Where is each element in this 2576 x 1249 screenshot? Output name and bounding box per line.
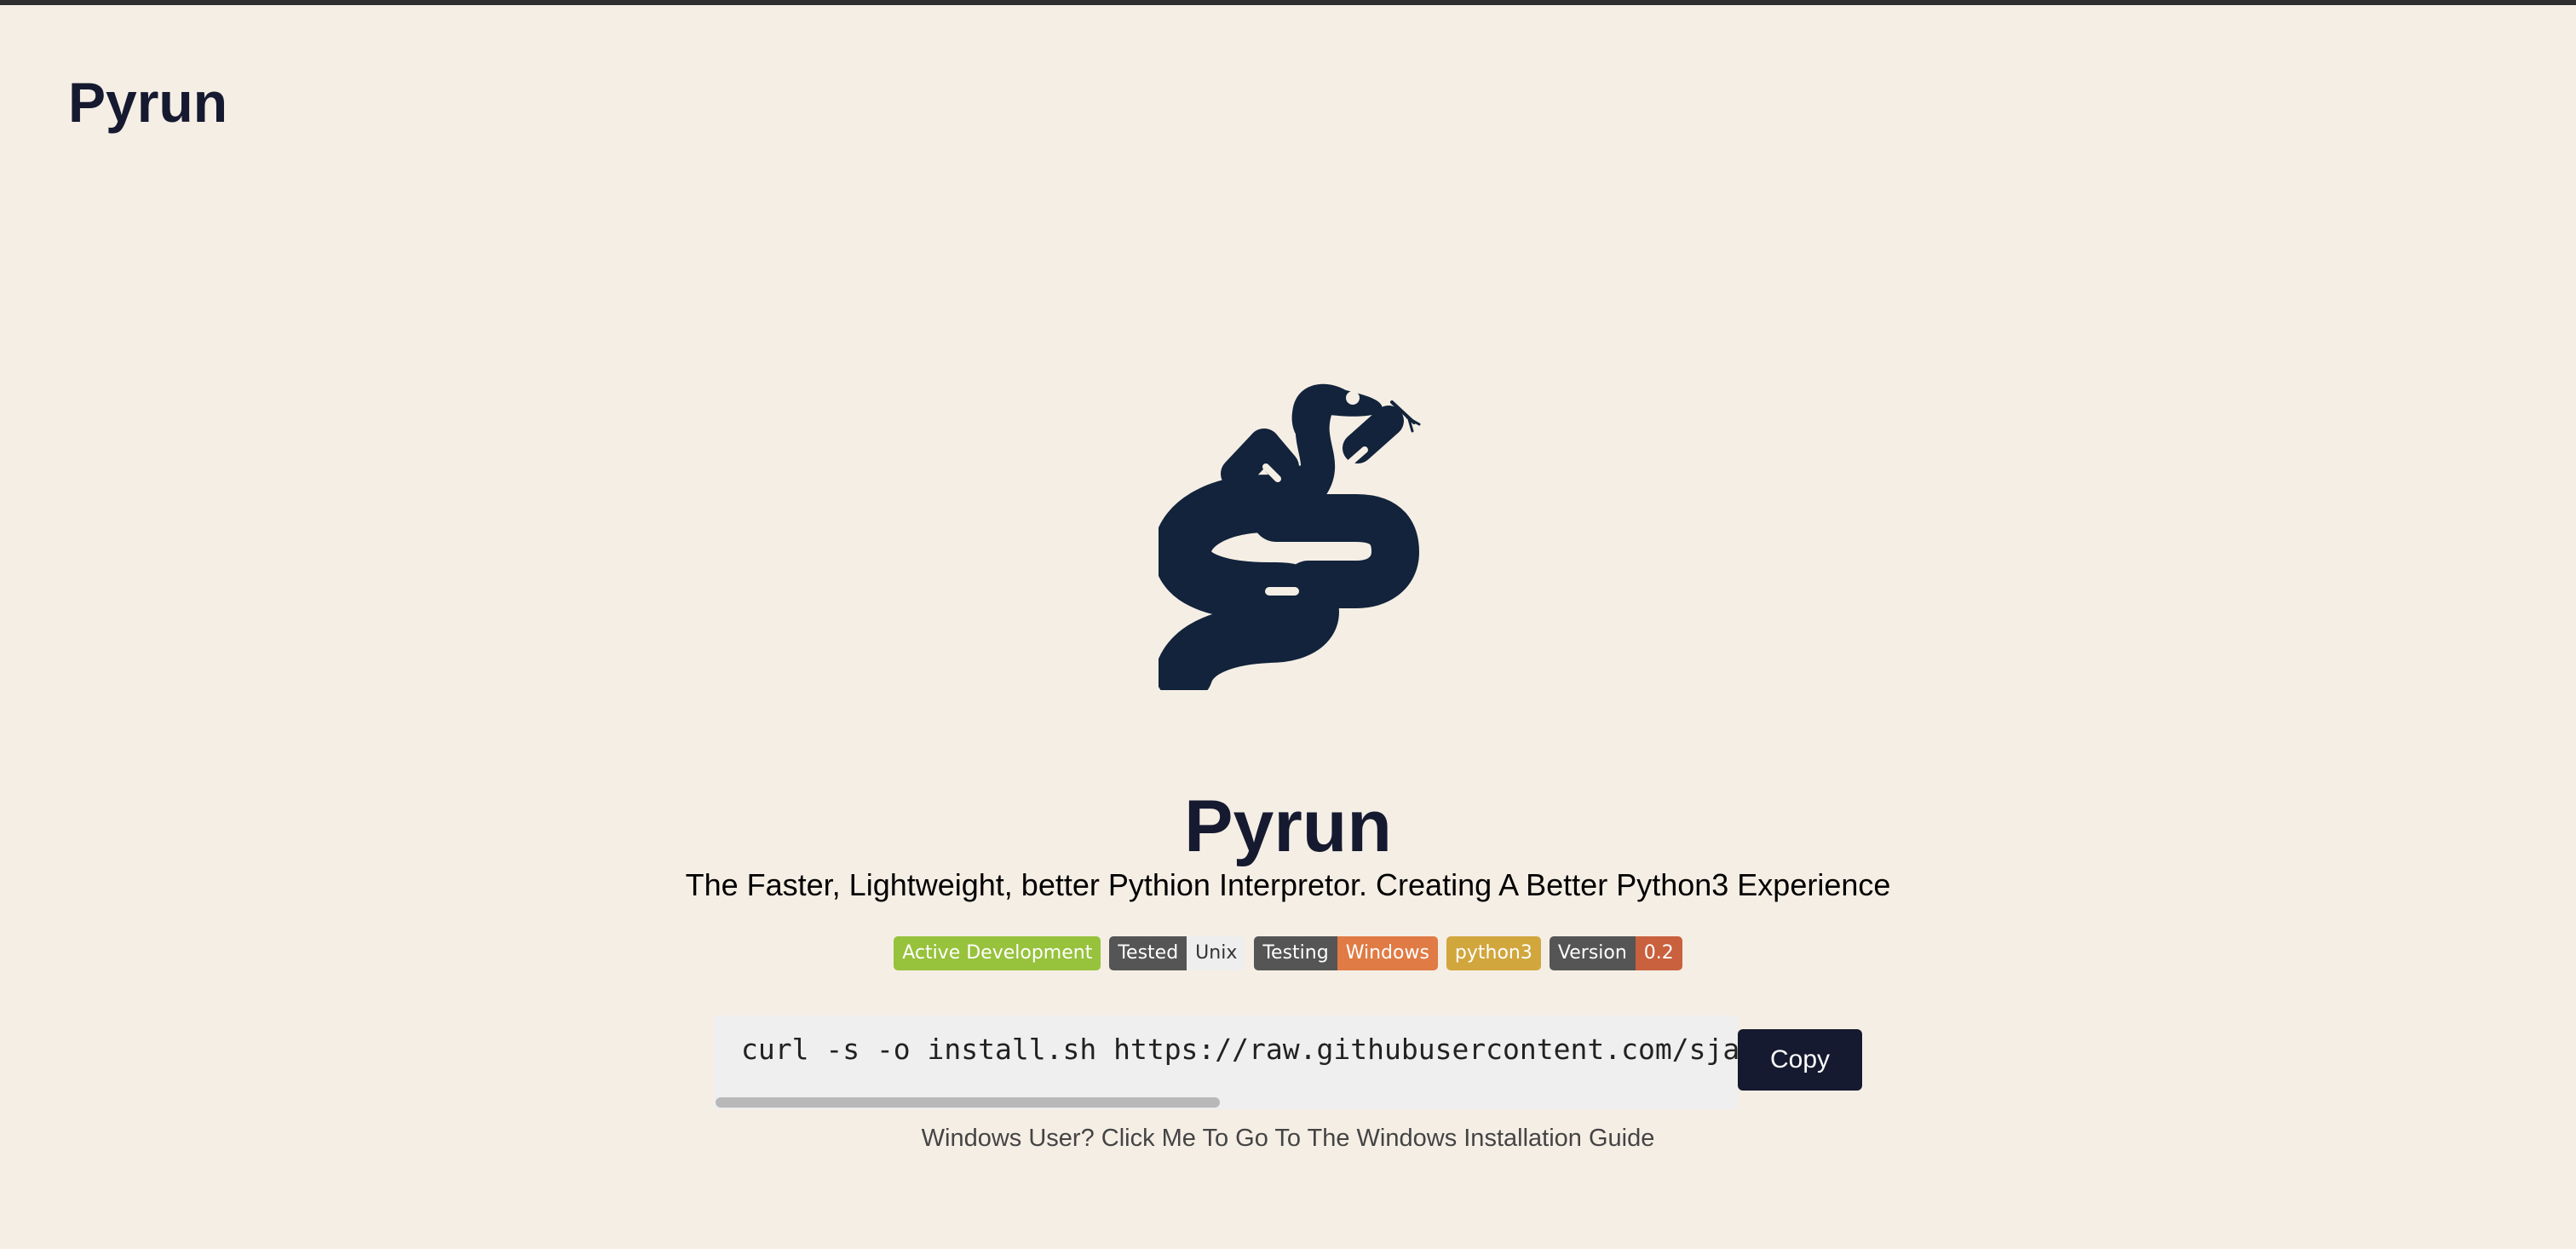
install-command-text[interactable]: curl -s -o install.sh https://raw.github… (741, 1031, 1738, 1068)
badge-active-development: Active Development (894, 936, 1101, 970)
badge-label: Active Development (894, 936, 1101, 970)
top-border (0, 0, 2576, 5)
badge-row: Active Development Tested Unix Testing W… (0, 936, 2576, 970)
install-command-box[interactable]: curl -s -o install.sh https://raw.github… (714, 1016, 1738, 1109)
badge-label: Version (1549, 936, 1636, 970)
badge-value: Windows (1337, 936, 1438, 970)
badge-version: Version 0.2 (1549, 936, 1682, 970)
badge-label: Testing (1254, 936, 1337, 970)
horizontal-scrollbar[interactable] (716, 1097, 1220, 1108)
badge-value: Unix (1187, 936, 1246, 970)
hero-tagline: The Faster, Lightweight, better Pythion … (685, 867, 1891, 902)
badge-label: Tested (1109, 936, 1187, 970)
badge-label: python3 (1446, 936, 1541, 970)
badge-tested-unix: Tested Unix (1109, 936, 1246, 970)
install-command-block: curl -s -o install.sh https://raw.github… (714, 1016, 1862, 1109)
badge-testing-windows: Testing Windows (1254, 936, 1438, 970)
copy-button[interactable]: Copy (1738, 1029, 1862, 1091)
windows-install-guide-link[interactable]: Windows User? Click Me To Go To The Wind… (0, 1121, 2576, 1155)
hero-title: Pyrun (1184, 786, 1392, 867)
site-title: Pyrun (68, 71, 228, 134)
badge-python3: python3 (1446, 936, 1541, 970)
badge-value: 0.2 (1635, 936, 1682, 970)
snake-icon (1159, 383, 1421, 690)
